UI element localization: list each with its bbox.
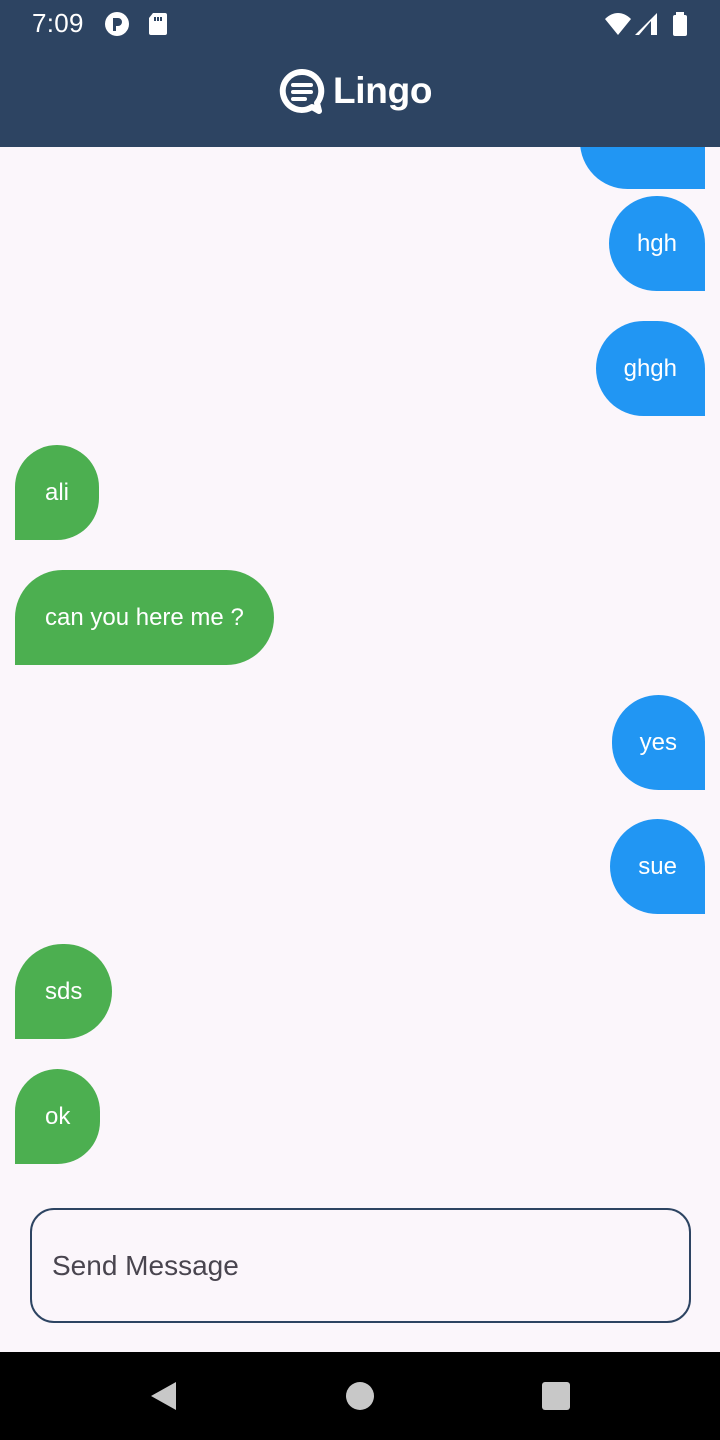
sent-message-bubble: ghgh: [595, 321, 705, 416]
home-icon[interactable]: [338, 1374, 382, 1418]
message-list[interactable]: hgh ghgh ali can you here me ? yes sue s…: [0, 147, 720, 1190]
notification-app-icon: [105, 12, 129, 36]
app-title: Lingo: [333, 70, 433, 111]
status-bar: 7:09: [0, 0, 720, 48]
chat-logo-icon: [279, 68, 325, 114]
app-header: 7:09 Lingo: [0, 0, 720, 147]
sent-message-bubble: hgh: [608, 196, 705, 291]
battery-icon: [673, 12, 687, 36]
sent-message-bubble: sue: [610, 819, 705, 914]
received-message-bubble: ali: [15, 445, 100, 540]
sd-card-icon: [149, 13, 167, 35]
message-input[interactable]: [30, 1208, 691, 1323]
sent-message-bubble: [580, 147, 705, 189]
android-navigation-bar: [0, 1352, 720, 1440]
recents-icon[interactable]: [534, 1374, 578, 1418]
app-brand: Lingo: [279, 66, 432, 116]
wifi-icon: [605, 13, 631, 35]
received-message-bubble: can you here me ?: [15, 570, 274, 665]
received-message-bubble: sds: [15, 944, 113, 1039]
chat-screen: 7:09 Lingo hgh ghgh ali can you here me …: [0, 0, 720, 1440]
received-message-bubble: ok: [15, 1069, 101, 1164]
back-icon[interactable]: [140, 1374, 184, 1418]
sent-message-bubble: yes: [611, 695, 705, 790]
status-time: 7:09: [32, 8, 84, 38]
signal-icon: [635, 13, 657, 35]
